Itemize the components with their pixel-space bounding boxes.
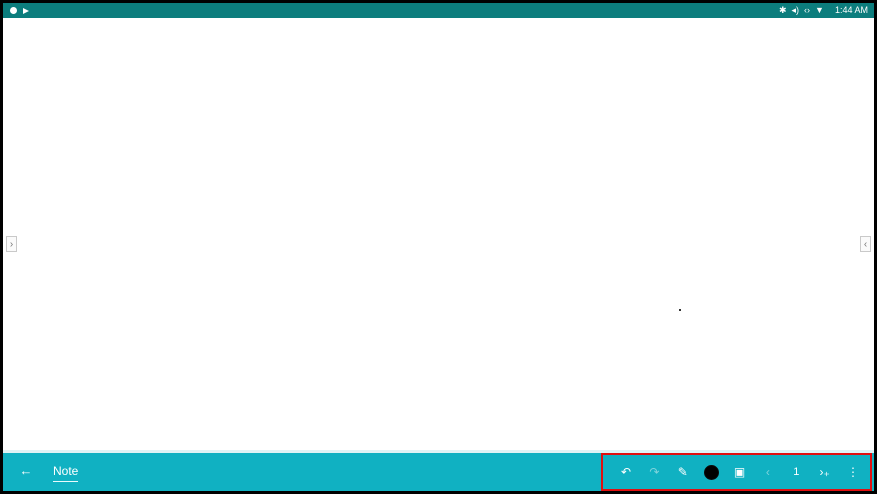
color-picker-button[interactable] xyxy=(702,463,720,481)
pen-icon: ✎ xyxy=(677,465,688,479)
tab-note[interactable]: Note xyxy=(53,464,79,482)
color-swatch xyxy=(703,464,719,480)
app-window: ✱ ◂) ‹› ▼ 1:44 AM › ‹ ← Note ↶ ↷ ✎ ▣ ‹ 1… xyxy=(0,0,877,494)
bluetooth-icon: ✱ xyxy=(778,5,787,15)
next-add-page-icon: ›₊ xyxy=(819,465,830,479)
wifi-icon: ▼ xyxy=(815,5,824,15)
chevron-left-icon: ‹ xyxy=(863,239,868,250)
status-right-icons: ✱ ◂) ‹› ▼ 1:44 AM xyxy=(779,3,868,18)
drawing-tools-group: ↶ ↷ ✎ ▣ ‹ 1 ›₊ ⋮ xyxy=(601,453,872,491)
redo-button[interactable]: ↷ xyxy=(645,463,663,481)
status-time: 1:44 AM xyxy=(834,5,868,15)
chevron-right-icon: › xyxy=(9,239,14,250)
bottom-toolbar: ← Note ↶ ↷ ✎ ▣ ‹ 1 ›₊ ⋮ xyxy=(3,450,874,491)
undo-icon: ↶ xyxy=(620,465,632,479)
status-left-icons xyxy=(10,3,29,18)
next-page-button[interactable]: ›₊ xyxy=(816,463,834,481)
arrow-left-icon: ← xyxy=(19,463,33,478)
image-icon: ▣ xyxy=(733,465,746,479)
chevron-left-icon: ‹ xyxy=(765,465,770,479)
right-panel-handle[interactable]: ‹ xyxy=(860,236,871,252)
page-number: 1 xyxy=(793,466,800,478)
insert-image-button[interactable]: ▣ xyxy=(731,463,749,481)
undo-button[interactable]: ↶ xyxy=(617,463,635,481)
redo-icon: ↷ xyxy=(649,465,660,479)
back-button[interactable]: ← xyxy=(17,462,35,480)
volume-icon: ◂) xyxy=(791,5,800,15)
page-indicator: 1 xyxy=(787,463,805,481)
previous-page-button[interactable]: ‹ xyxy=(759,463,777,481)
status-bar: ✱ ◂) ‹› ▼ 1:44 AM xyxy=(3,3,874,18)
pen-button[interactable]: ✎ xyxy=(674,463,692,481)
drawing-canvas[interactable]: › ‹ xyxy=(3,18,874,456)
more-vert-icon: ⋮ xyxy=(847,465,859,479)
ethernet-icon: ‹› xyxy=(804,5,811,15)
left-panel-handle[interactable]: › xyxy=(6,236,17,252)
more-options-button[interactable]: ⋮ xyxy=(844,463,862,481)
play-store-icon xyxy=(23,7,29,14)
shield-icon xyxy=(10,7,17,14)
ink-dot xyxy=(679,309,681,311)
